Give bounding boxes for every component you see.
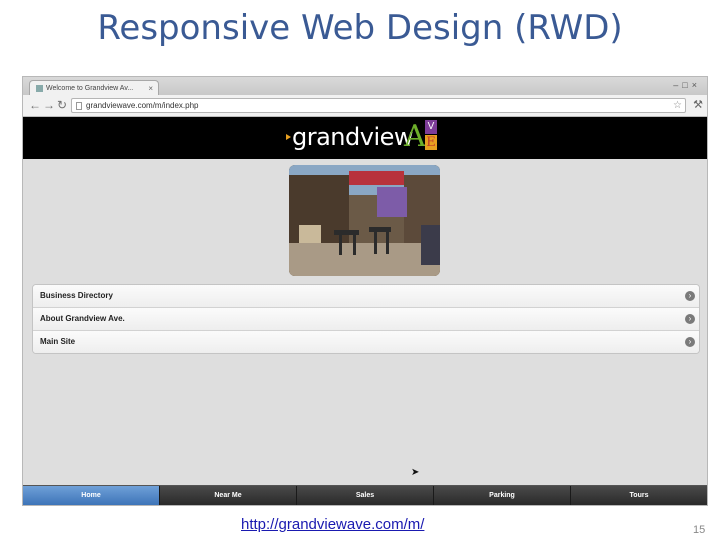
browser-screenshot: Welcome to Grandview Av... × –□× ← → ↻ ☆… xyxy=(22,76,708,506)
logo-text: grandview xyxy=(292,123,414,151)
browser-tab-strip: Welcome to Grandview Av... × –□× xyxy=(23,77,707,95)
menu-item-label: Main Site xyxy=(40,337,76,346)
slide-title: Responsive Web Design (RWD) xyxy=(97,8,623,48)
browser-toolbar: ← → ↻ ☆ ⚒ xyxy=(23,95,707,117)
chevron-right-icon: › xyxy=(685,291,695,301)
wrench-icon[interactable]: ⚒ xyxy=(693,97,703,113)
window-controls[interactable]: –□× xyxy=(673,80,701,90)
logo-ave-a: A xyxy=(404,119,426,154)
logo-ave-v: V xyxy=(425,120,437,134)
nav-tab-near-me[interactable]: Near Me xyxy=(159,486,296,505)
site-header: grandview A V E xyxy=(23,117,707,159)
logo-ave-mark: A V E xyxy=(404,119,442,154)
back-icon[interactable]: ← xyxy=(29,97,41,113)
page-icon xyxy=(76,102,82,110)
nav-tab-tours[interactable]: Tours xyxy=(570,486,707,505)
menu-item-business-directory[interactable]: Business Directory › xyxy=(33,285,699,308)
logo-ave-e: E xyxy=(425,135,437,150)
menu-item-main-site[interactable]: Main Site › xyxy=(33,331,699,353)
page-number: 15 xyxy=(693,524,706,536)
chevron-right-icon: › xyxy=(685,314,695,324)
menu-item-label: About Grandview Ave. xyxy=(40,314,125,323)
bookmark-star-icon[interactable]: ☆ xyxy=(673,99,682,112)
forward-icon[interactable]: → xyxy=(43,97,55,113)
browser-tab-title: Welcome to Grandview Av... xyxy=(46,85,134,92)
address-bar[interactable]: ☆ xyxy=(71,98,686,113)
menu-item-label: Business Directory xyxy=(40,291,113,300)
nav-tab-parking[interactable]: Parking xyxy=(433,486,570,505)
nav-tab-sales[interactable]: Sales xyxy=(296,486,433,505)
menu-item-about[interactable]: About Grandview Ave. › xyxy=(33,308,699,331)
nav-tab-home[interactable]: Home xyxy=(23,486,159,505)
mouse-cursor-icon: ➤ xyxy=(411,467,420,478)
address-input[interactable] xyxy=(86,100,656,111)
storefront-photo xyxy=(289,165,440,276)
reload-icon[interactable]: ↻ xyxy=(57,97,67,113)
favicon-icon xyxy=(36,84,43,92)
tab-close-icon[interactable]: × xyxy=(148,81,153,95)
menu-list: Business Directory › About Grandview Ave… xyxy=(32,284,700,354)
bottom-nav-bar: Home Near Me Sales Parking Tours xyxy=(23,485,707,505)
page-content: Business Directory › About Grandview Ave… xyxy=(23,159,707,485)
logo-arrow-icon xyxy=(286,134,291,140)
chevron-right-icon: › xyxy=(685,337,695,347)
site-url-link[interactable]: http://grandviewave.com/m/ xyxy=(241,516,424,533)
browser-tab[interactable]: Welcome to Grandview Av... × xyxy=(29,80,159,95)
